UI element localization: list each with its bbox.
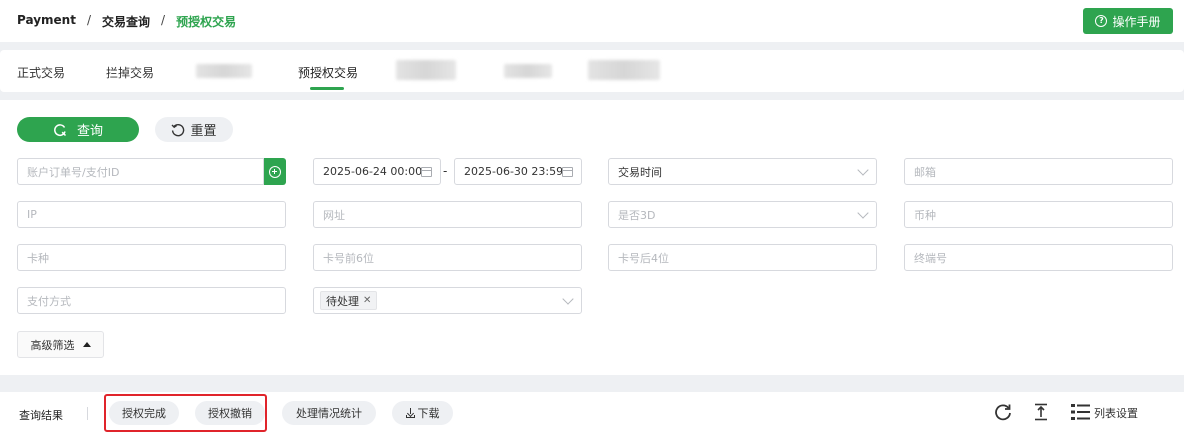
date-start-input[interactable]: 2025-06-24 00:00 [313,158,441,185]
close-icon[interactable]: ✕ [363,295,371,306]
page-header: Payment / 交易查询 / 预授权交易 ? 操作手册 [0,0,1184,42]
auth-complete-label: 授权完成 [122,407,166,420]
ip-placeholder: IP [27,208,37,221]
card-type-placeholder: 卡种 [27,251,49,265]
card-type-input[interactable]: 卡种 [17,244,286,271]
processing-stats-button[interactable]: 处理情况统计 [282,401,376,425]
auth-complete-button[interactable]: 授权完成 [109,401,179,425]
divider [87,407,88,420]
email-input[interactable]: 邮箱 [904,158,1173,185]
manual-button[interactable]: ? 操作手册 [1083,8,1173,34]
breadcrumb: Payment / 交易查询 / 预授权交易 [17,13,236,30]
currency-input[interactable]: 币种 [904,201,1173,228]
list-settings-icon[interactable] [1071,403,1090,421]
payment-method-placeholder: 支付方式 [27,294,71,308]
advanced-filter-label: 高级筛选 [30,338,75,352]
status-select[interactable]: 待处理 ✕ [313,287,582,314]
tab-formal-transactions[interactable]: 正式交易 [17,64,65,81]
chevron-down-icon [562,293,574,305]
card-first6-input[interactable]: 卡号前6位 [313,244,582,271]
caret-up-icon [82,342,91,347]
redacted-tab[interactable] [504,64,552,78]
download-button[interactable]: 下载 [392,401,453,425]
transaction-tabs: 正式交易 拦掉交易 预授权交易 [0,50,1184,92]
search-button-label: 查询 [76,124,103,139]
email-placeholder: 邮箱 [914,165,936,179]
row-height-icon[interactable] [1033,403,1049,421]
status-tag-label: 待处理 [326,294,359,308]
tab-blocked-transactions[interactable]: 拦掉交易 [106,64,154,81]
auth-cancel-button[interactable]: 授权撤销 [195,401,265,425]
chevron-down-icon [857,164,869,176]
time-type-select[interactable]: 交易时间 [608,158,877,185]
date-start-value: 2025-06-24 00:00 [323,165,423,178]
payment-method-input[interactable]: 支付方式 [17,287,286,314]
card-first6-placeholder: 卡号前6位 [323,251,374,265]
plus-circle-icon [269,165,281,178]
breadcrumb-payment[interactable]: Payment [17,13,76,30]
download-icon [405,408,415,418]
card-last4-placeholder: 卡号后4位 [618,251,669,265]
tab-preauth-transactions[interactable]: 预授权交易 [298,64,358,81]
calendar-icon [421,167,432,177]
terminal-input[interactable]: 终端号 [904,244,1173,271]
date-end-value: 2025-06-30 23:59 [464,165,564,178]
breadcrumb-transaction-query[interactable]: 交易查询 [102,13,150,30]
results-label: 查询结果 [19,409,63,422]
redacted-tab[interactable] [196,64,252,78]
status-tag[interactable]: 待处理 ✕ [320,291,378,310]
calendar-icon [562,167,573,177]
reset-button[interactable]: 重置 [155,117,233,142]
is-3d-select[interactable]: 是否3D [608,201,877,228]
breadcrumb-separator: / [86,13,91,27]
add-order-id-button[interactable] [264,158,286,185]
list-settings-label[interactable]: 列表设置 [1094,405,1138,421]
chevron-down-icon [857,207,869,219]
terminal-placeholder: 终端号 [914,251,947,265]
currency-placeholder: 币种 [914,208,936,222]
breadcrumb-separator: / [161,13,166,27]
order-id-placeholder: 账户订单号/支付ID [27,165,120,179]
ip-input[interactable]: IP [17,201,286,228]
search-button[interactable]: 查询 [17,117,139,142]
card-last4-input[interactable]: 卡号后4位 [608,244,877,271]
reset-button-label: 重置 [190,124,217,139]
is-3d-placeholder: 是否3D [618,208,656,222]
download-label: 下载 [417,407,440,420]
redacted-tab[interactable] [588,60,660,80]
search-refresh-icon [54,123,67,136]
time-type-value: 交易时间 [618,165,662,179]
date-end-input[interactable]: 2025-06-30 23:59 [454,158,582,185]
manual-button-label: 操作手册 [1112,14,1161,29]
active-tab-indicator [310,87,344,90]
processing-stats-label: 处理情况统计 [296,407,362,420]
breadcrumb-current: 预授权交易 [176,15,237,29]
reset-icon [171,123,185,136]
date-range-separator: - [443,164,448,178]
order-id-input[interactable]: 账户订单号/支付ID [17,158,264,185]
auth-cancel-label: 授权撤销 [208,407,252,420]
filter-panel: 查询 重置 账户订单号/支付ID 2025-06-24 00:00 - 2025… [0,100,1184,375]
url-input[interactable]: 网址 [313,201,582,228]
question-circle-icon: ? [1095,15,1108,27]
url-placeholder: 网址 [323,208,345,222]
redacted-tab[interactable] [396,60,456,80]
advanced-filter-button[interactable]: 高级筛选 [17,331,104,358]
refresh-icon[interactable] [994,403,1012,421]
